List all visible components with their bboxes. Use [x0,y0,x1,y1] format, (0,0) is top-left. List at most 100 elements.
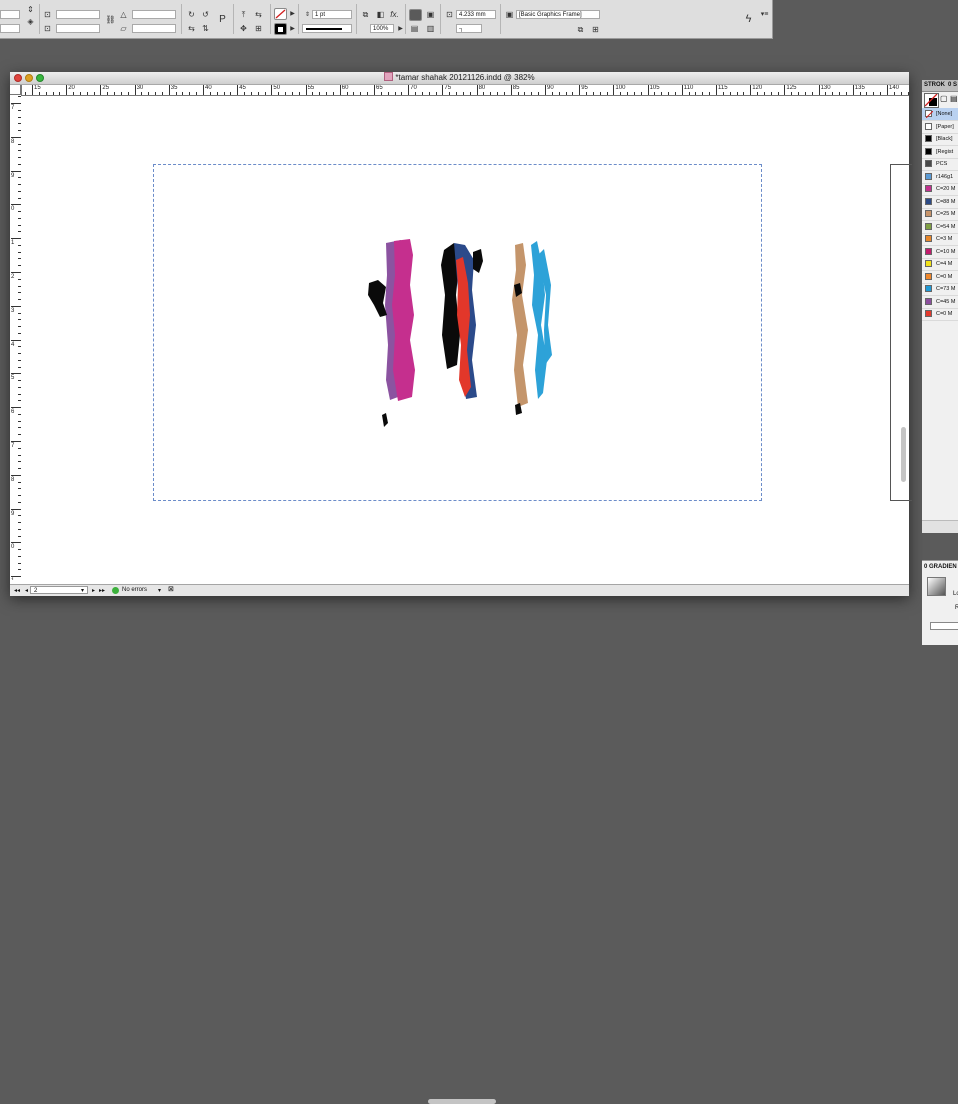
swatch-item[interactable]: C=0 M [922,308,958,321]
fit-frame-icon[interactable]: ▣ [425,10,436,20]
open-in-bridge-icon[interactable]: ⊠ [168,585,174,593]
stroke-weight-field[interactable]: 1 pt [312,10,352,19]
ruler-tick [551,92,553,95]
scale-x-field[interactable] [56,10,100,19]
link-proportions-icon[interactable]: ⇕ [25,5,36,15]
ruler-tick [45,92,47,95]
preflight-dropdown-icon[interactable]: ▾ [158,587,161,594]
rotate-ccw-icon[interactable]: ↺ [200,10,211,20]
ruler-tick [510,85,512,95]
constrain-proportions-icon[interactable]: ⛓ [105,15,116,25]
swatch-item[interactable]: C=88 M [922,196,958,209]
horizontal-scrollbar[interactable] [428,1099,496,1104]
ruler-label: 40 [205,85,212,91]
formatting-text-icon[interactable]: ▤ [950,94,958,103]
fill-stroke-proxy-icon[interactable] [924,93,939,108]
horizontal-ruler[interactable]: 15 20 25 30 35 40 45 50 55 60 65 70 75 80 85 90 95 100 105… [21,85,909,96]
clear-overrides-icon[interactable]: ⧉ [575,25,586,35]
stroke-swatch-icon[interactable] [274,23,287,35]
swatch-item[interactable]: C=10 M [922,246,958,259]
opacity-field[interactable]: 100% [370,24,394,33]
swatch-item[interactable]: C=4 M [922,258,958,271]
pasteboard[interactable] [21,96,912,584]
ruler-tick [11,373,21,375]
swatch-item[interactable]: PCS [922,158,958,171]
ruler-tick [73,92,75,95]
fill-frame-icon[interactable]: ▥ [425,24,436,34]
graphics-frame[interactable] [153,164,762,501]
select-container-icon[interactable]: ⤒ [238,10,249,20]
fill-swatch-none-icon[interactable] [274,8,287,20]
center-content-icon[interactable]: ▤ [409,24,420,34]
select-next-icon[interactable]: ⊞ [253,24,264,34]
separator [405,4,406,34]
text-wrap-icon[interactable]: ⊡ [444,10,455,20]
stroke-dropdown-icon[interactable]: ▶ [287,24,298,34]
ruler-tick [189,92,191,95]
swatches-tab[interactable]: 0 S [948,80,957,91]
flip-vertical-icon[interactable]: ⇅ [200,24,211,34]
gradient-ramp[interactable] [930,622,958,630]
swatch-item[interactable]: [Paper] [922,121,958,134]
quick-apply-icon[interactable]: ϟ [743,14,754,25]
type-tool-icon[interactable]: P [217,15,228,25]
wrap-offset-field[interactable]: 4.233 mm [456,10,496,19]
formatting-container-icon[interactable]: ▢ [940,94,948,103]
opacity-icon[interactable]: ◧ [375,10,386,20]
ruler-label: 8 [11,138,15,145]
red-navy-brush-stroke [441,243,483,399]
vertical-scrollbar[interactable] [901,427,906,482]
redefine-style-icon[interactable]: ⊞ [590,25,601,35]
stroke-type-dropdown[interactable] [302,24,352,33]
ruler-origin[interactable] [10,85,21,95]
next-page-icon[interactable]: ▸ [92,587,95,594]
title-bar: *tamar shahak 20121126.indd @ 382% [10,72,909,85]
scale-y-field[interactable] [56,24,100,33]
select-previous-icon[interactable]: ✥ [238,24,249,34]
ruler-tick [360,92,362,95]
swatch-item[interactable]: C=0 M [922,271,958,284]
swatch-item[interactable]: [Black] [922,133,958,146]
rotate-cw-icon[interactable]: ↻ [186,10,197,20]
object-style-icon: ▣ [505,10,514,19]
first-page-icon[interactable]: ◂◂ [14,587,20,594]
preflight-status[interactable]: No errors [122,586,147,595]
swatch-item[interactable]: C=45 M [922,296,958,309]
separator [270,4,271,34]
swatch-item[interactable]: C=20 M [922,183,958,196]
corner-shape-dropdown[interactable]: ┐ [456,24,482,33]
swatch-item[interactable]: C=54 M [922,221,958,234]
ruler-tick [859,92,861,95]
ruler-tick [907,92,909,95]
flip-horizontal-icon[interactable]: ⇆ [186,24,197,34]
rotation-field[interactable] [132,10,176,19]
fit-content-icon[interactable] [409,9,422,21]
page-number-field[interactable]: 2 [30,586,88,594]
last-page-icon[interactable]: ▸▸ [99,587,105,594]
object-style-dropdown[interactable]: [Basic Graphics Frame] [516,10,600,19]
swatch-item[interactable]: C=73 M [922,283,958,296]
fill-dropdown-icon[interactable]: ▶ [287,9,298,19]
swatch-item[interactable]: [Regist [922,146,958,159]
panel-tab-bar: STROK 0 S [922,80,958,92]
ruler-tick [401,92,403,95]
swatch-item[interactable]: [None] [922,108,958,121]
previous-page-icon[interactable]: ◂ [25,587,28,594]
ruler-label: 120 [752,85,763,91]
gradient-swatch[interactable] [927,577,946,596]
page-dropdown-icon[interactable]: ▾ [81,587,84,594]
effects-icon[interactable]: fx. [389,10,400,20]
shear-field[interactable] [132,24,176,33]
ruler-tick [278,92,280,95]
panel-menu-icon[interactable]: ▾≡ [759,10,770,20]
swatch-item[interactable]: C=25 M [922,208,958,221]
x-position-field[interactable] [0,10,20,19]
select-content-icon[interactable]: ⇆ [253,10,264,20]
y-position-field[interactable] [0,24,20,33]
stroke-tab[interactable]: STROK [924,80,945,91]
gradient-panel-title[interactable]: 0 GRADIEN [924,563,957,571]
drop-shadow-icon[interactable]: ⧉ [360,10,371,20]
swatch-item[interactable]: r146g1 [922,171,958,184]
constrain-icon[interactable]: ◈ [25,17,36,27]
swatch-item[interactable]: C=3 M [922,233,958,246]
